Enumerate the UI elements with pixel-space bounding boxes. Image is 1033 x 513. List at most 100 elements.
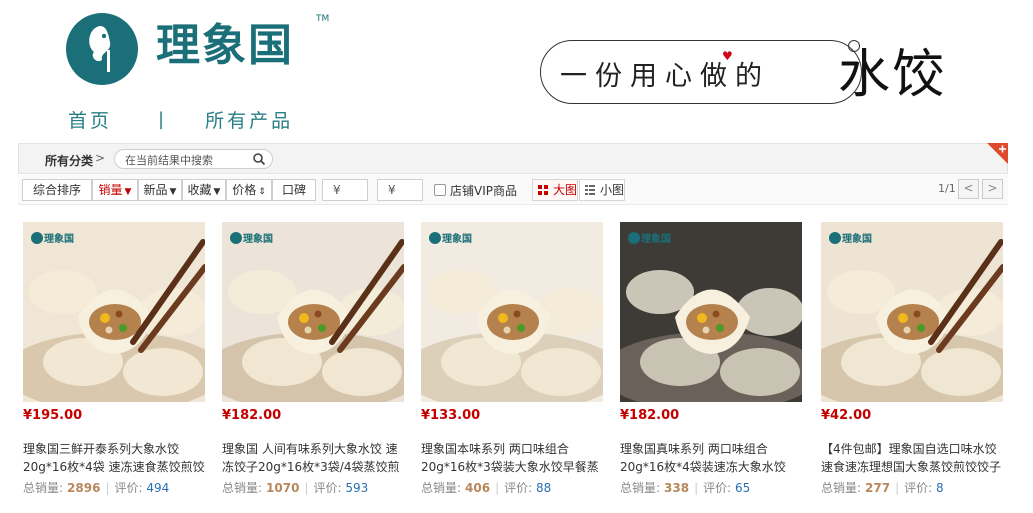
stats-separator: | xyxy=(495,481,500,495)
reviews-count-link[interactable]: 8 xyxy=(936,481,944,495)
photo-brand-logo: 理象国 xyxy=(31,230,74,245)
sort-reputation-label: 口碑 xyxy=(281,183,306,197)
stats-separator: | xyxy=(105,481,110,495)
product-stats: 总销量: 277 | 评价: 8 xyxy=(821,479,1003,496)
grid-large-icon xyxy=(538,185,548,195)
vip-label[interactable]: 店铺VIP商品 xyxy=(450,182,517,199)
reviews-label: 评价: xyxy=(703,481,732,495)
brand-name[interactable]: 理象国 xyxy=(156,18,294,74)
dumpling-photo-icon xyxy=(421,222,603,402)
price-min-input[interactable]: ¥ xyxy=(322,179,368,201)
sort-price-button[interactable]: 价格 ⇕ xyxy=(226,179,272,201)
sold-count: 406 xyxy=(465,481,491,495)
sold-label: 总销量: xyxy=(23,481,64,495)
reviews-label: 评价: xyxy=(313,481,342,495)
product-card[interactable]: 理象国 ¥182.00 理象国真味系列 两口味组合20g*16枚*4袋装速冻大象… xyxy=(620,222,802,496)
dumpling-photo-icon xyxy=(821,222,1003,402)
sold-label: 总销量: xyxy=(821,481,862,495)
sort-sales-label: 销量 xyxy=(98,183,123,197)
view-small-label: 小图 xyxy=(600,183,625,197)
sold-count: 277 xyxy=(865,481,891,495)
nav-home-link[interactable]: 首页 xyxy=(68,106,112,133)
slogan-big-text: 水饺 xyxy=(838,45,947,105)
search-input[interactable]: 在当前结果中搜索 xyxy=(114,149,273,169)
stats-separator: | xyxy=(304,481,309,495)
chevron-right-icon: > xyxy=(95,151,106,165)
product-image[interactable]: 理象国 xyxy=(821,222,1003,402)
price-max-input[interactable]: ¥ xyxy=(377,179,423,201)
sold-count: 338 xyxy=(664,481,690,495)
arrow-down-icon: ▼ xyxy=(124,187,132,197)
sort-sales-button[interactable]: 销量 ▼ xyxy=(92,179,138,201)
reviews-label: 评价: xyxy=(114,481,143,495)
sold-label: 总销量: xyxy=(222,481,263,495)
product-card[interactable]: 理象国 ¥195.00 理象国三鲜开泰系列大象水饺20g*16枚*4袋 速冻速食… xyxy=(23,222,205,496)
photo-brand-logo: 理象国 xyxy=(628,230,671,245)
nav-all-products-link[interactable]: 所有产品 xyxy=(205,106,293,133)
product-image[interactable]: 理象国 xyxy=(421,222,603,402)
sort-new-label: 新品 xyxy=(143,183,168,197)
add-corner-icon[interactable] xyxy=(987,143,1008,164)
view-large-label: 大图 xyxy=(553,183,578,197)
heart-icon: ♥ xyxy=(722,49,733,63)
prev-page-button[interactable]: < xyxy=(958,179,979,199)
dumpling-photo-icon xyxy=(23,222,205,402)
search-placeholder: 在当前结果中搜索 xyxy=(125,154,213,167)
sold-label: 总销量: xyxy=(421,481,462,495)
reviews-count-link[interactable]: 494 xyxy=(146,481,169,495)
arrow-down-icon: ▼ xyxy=(169,187,177,197)
view-small-button[interactable]: 小图 xyxy=(579,179,625,201)
category-bar: 所有分类 > 在当前结果中搜索 xyxy=(18,143,1008,174)
product-stats: 总销量: 2896 | 评价: 494 xyxy=(23,479,205,496)
stats-separator: | xyxy=(895,481,900,495)
sort-fav-label: 收藏 xyxy=(187,183,212,197)
product-title-link[interactable]: 理象国真味系列 两口味组合20g*16枚*4袋装速冻大象水饺 xyxy=(620,440,802,476)
sort-general-label: 综合排序 xyxy=(32,183,81,197)
search-icon[interactable] xyxy=(252,152,266,166)
vip-checkbox[interactable] xyxy=(434,184,446,196)
reviews-count-link[interactable]: 88 xyxy=(536,481,551,495)
photo-brand-logo: 理象国 xyxy=(429,230,472,245)
list-small-icon xyxy=(585,185,595,195)
product-price: ¥42.00 xyxy=(821,408,872,423)
product-title-link[interactable]: 理象国本味系列 两口味组合20g*16枚*3袋装大象水饺早餐蒸 xyxy=(421,440,603,476)
product-price: ¥195.00 xyxy=(23,408,83,423)
product-title-link[interactable]: 理象国 人间有味系列大象水饺 速冻饺子20g*16枚*3袋/4袋蒸饺煎 xyxy=(222,440,404,476)
arrow-down-icon: ▼ xyxy=(213,187,221,197)
product-stats: 总销量: 1070 | 评价: 593 xyxy=(222,479,404,496)
next-page-button[interactable]: > xyxy=(982,179,1003,199)
page-indicator: 1/1 xyxy=(938,182,956,195)
product-title-link[interactable]: 理象国三鲜开泰系列大象水饺20g*16枚*4袋 速冻速食蒸饺煎饺 xyxy=(23,440,205,476)
product-image[interactable]: 理象国 xyxy=(620,222,802,402)
slogan-text: 一份用心做的 xyxy=(560,61,770,92)
product-price: ¥133.00 xyxy=(421,408,481,423)
sort-fav-button[interactable]: 收藏 ▼ xyxy=(182,179,226,201)
product-image[interactable]: 理象国 xyxy=(23,222,205,402)
sort-general-button[interactable]: 综合排序 xyxy=(22,179,92,201)
dumpling-photo-icon xyxy=(222,222,404,402)
dumpling-photo-icon xyxy=(620,222,802,402)
product-card[interactable]: 理象国 ¥42.00 【4件包邮】理象国自选口味水饺速食速冻理想国大象蒸饺煎饺饺… xyxy=(821,222,1003,496)
sold-label: 总销量: xyxy=(620,481,661,495)
reviews-count-link[interactable]: 65 xyxy=(735,481,750,495)
elephant-logo-icon[interactable] xyxy=(60,12,144,86)
product-stats: 总销量: 406 | 评价: 88 xyxy=(421,479,603,496)
view-large-button[interactable]: 大图 xyxy=(532,179,578,201)
product-title-link[interactable]: 【4件包邮】理象国自选口味水饺速食速冻理想国大象蒸饺煎饺饺子 xyxy=(821,440,1003,476)
photo-brand-logo: 理象国 xyxy=(829,230,872,245)
reviews-label: 评价: xyxy=(904,481,933,495)
product-stats: 总销量: 338 | 评价: 65 xyxy=(620,479,802,496)
nav-separator: | xyxy=(158,109,168,130)
sort-reputation-button[interactable]: 口碑 xyxy=(272,179,316,201)
product-image[interactable]: 理象国 xyxy=(222,222,404,402)
reviews-count-link[interactable]: 593 xyxy=(345,481,368,495)
sold-count: 2896 xyxy=(67,481,101,495)
product-card[interactable]: 理象国 ¥133.00 理象国本味系列 两口味组合20g*16枚*3袋装大象水饺… xyxy=(421,222,603,496)
all-categories-label[interactable]: 所有分类 xyxy=(45,152,93,169)
main-nav: 首页 | 所有产品 xyxy=(68,106,293,133)
sort-price-label: 价格 xyxy=(232,183,257,197)
product-card[interactable]: 理象国 ¥182.00 理象国 人间有味系列大象水饺 速冻饺子20g*16枚*3… xyxy=(222,222,404,496)
sort-new-button[interactable]: 新品 ▼ xyxy=(138,179,182,201)
photo-brand-logo: 理象国 xyxy=(230,230,273,245)
filter-bar: 综合排序 销量▼ 新品▼ 收藏▼ 价格⇕ 口碑 ¥ - ¥ 店铺VIP商品 大图… xyxy=(18,175,1008,205)
